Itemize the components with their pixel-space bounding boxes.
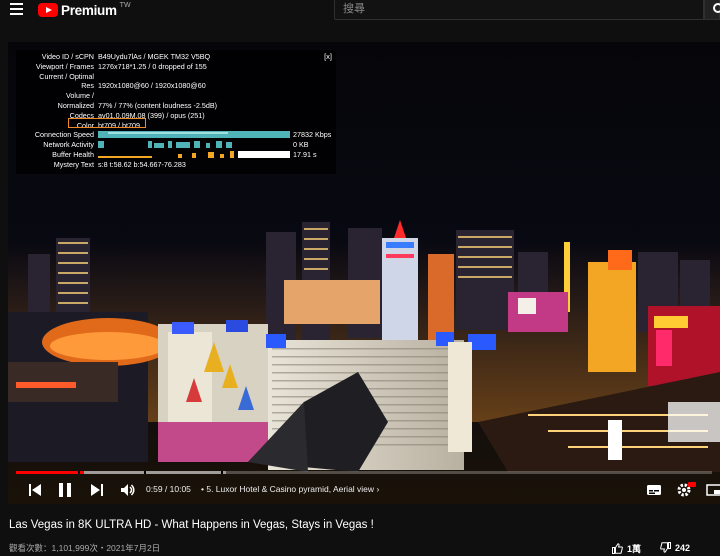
stats-value: s:8 t:58.62 b:54.667-76.283: [98, 159, 186, 169]
chevron-right-icon: ›: [376, 484, 380, 494]
connection-speed-graph: [98, 131, 290, 139]
stats-row: Viewport / Frames 1276x718*1.25 / 0 dropp…: [16, 62, 336, 72]
network-activity-graph: [98, 141, 232, 149]
volume-icon[interactable]: [120, 482, 136, 498]
stats-row: Res 1920x1080@60 / 1920x1080@60: [16, 81, 336, 91]
settings-gear-icon[interactable]: [676, 482, 696, 498]
search-button[interactable]: [704, 0, 720, 20]
stats-row-buffer-health: Buffer Health 17.91 s: [16, 150, 336, 160]
top-bar: Premium TW 搜尋: [0, 0, 720, 20]
stats-key: Buffer Health: [52, 149, 94, 159]
stats-key: Video ID / sCPN: [41, 52, 94, 61]
stats-key: Normalized: [57, 100, 94, 110]
stats-key: Color: [76, 120, 94, 130]
miniplayer-icon[interactable]: [706, 482, 720, 498]
subtitles-icon[interactable]: [646, 482, 662, 498]
thumbs-up-icon: [612, 543, 623, 554]
stats-key: Current / Optimal: [39, 71, 94, 81]
region-label: TW: [119, 2, 131, 9]
chapter-marker: [221, 471, 223, 474]
stats-key: Viewport / Frames: [35, 61, 94, 71]
stats-row: Color bt709 / bt709: [16, 121, 336, 131]
stats-row: Video ID / sCPN B49Uydu7lAs / MGEK TM32 V…: [16, 52, 336, 62]
stats-row: Normalized 77% / 77% (content loudness -2…: [16, 101, 336, 111]
stats-value: bt709 / bt709: [98, 120, 140, 130]
next-icon[interactable]: [90, 482, 104, 498]
time-separator: /: [162, 484, 170, 494]
stats-value: 0 KB: [293, 140, 309, 150]
stats-key: Codecs: [69, 110, 94, 120]
duration: 10:05: [169, 484, 191, 494]
like-button[interactable]: 1萬: [612, 542, 641, 555]
like-count: 1萬: [627, 544, 642, 554]
stats-value: 1276x718*1.25 / 0 dropped of 155: [98, 61, 207, 71]
stats-value: 27832 Kbps: [293, 130, 332, 140]
stats-key: Connection Speed: [34, 130, 94, 140]
search-input[interactable]: 搜尋: [334, 0, 704, 20]
buffer-health-graph: [98, 150, 290, 158]
thumbs-down-icon: [660, 542, 671, 553]
brand-label: Premium: [61, 2, 117, 18]
chapter-marker: [144, 471, 146, 474]
stats-row-connection-speed: Connection Speed 27832 Kbps: [16, 130, 336, 140]
video-title: Las Vegas in 8K ULTRA HD - What Happens …: [9, 519, 374, 531]
stats-row: Current / Optimal: [16, 72, 336, 82]
time-display: 0:59 / 10:05: [146, 484, 191, 494]
search-icon: [713, 3, 720, 13]
stats-row-network-activity: Network Activity 0 KB: [16, 140, 336, 150]
stats-value: av01.0.09M.08 (399) / opus (251): [98, 110, 205, 120]
progress-bar[interactable]: [16, 471, 712, 474]
dislike-button[interactable]: 242: [660, 542, 690, 553]
stats-key: Res: [81, 81, 94, 91]
video-player[interactable]: [x] Video ID / sCPN B49Uydu7lAs / MGEK TM…: [8, 42, 720, 504]
pause-icon[interactable]: [58, 482, 72, 498]
video-meta: 觀看次數：1,101,999次・2021年7月2日: [9, 543, 161, 553]
stats-value: 77% / 77% (content loudness -2.5dB): [98, 100, 218, 110]
previous-icon[interactable]: [28, 482, 42, 498]
chapter-title: • 5. Luxor Hotel & Casino pyramid, Aeria…: [201, 484, 375, 494]
stats-key: Network Activity: [43, 140, 94, 150]
stats-key: Mystery Text: [53, 159, 94, 169]
stats-value: B49Uydu7lAs / MGEK TM32 V5BQ: [98, 52, 211, 61]
stats-value: 17.91 s: [293, 149, 317, 159]
chapter-title-button[interactable]: • 5. Luxor Hotel & Casino pyramid, Aeria…: [201, 484, 379, 494]
played-bar: [16, 471, 85, 474]
stats-key: Volume /: [66, 91, 94, 101]
chapter-marker: [78, 471, 80, 474]
stats-value: 1920x1080@60 / 1920x1080@60: [98, 81, 206, 91]
stats-row: Codecs av01.0.09M.08 (399) / opus (251): [16, 111, 336, 121]
menu-icon[interactable]: [10, 3, 23, 15]
stats-row: Mystery Text s:8 t:58.62 b:54.667-76.283: [16, 160, 336, 170]
stats-for-nerds-panel: [x] Video ID / sCPN B49Uydu7lAs / MGEK TM…: [16, 50, 336, 174]
youtube-play-icon: [38, 3, 58, 17]
dislike-count: 242: [675, 542, 691, 553]
youtube-logo[interactable]: Premium TW: [38, 1, 131, 19]
stats-row: Volume /: [16, 91, 336, 101]
current-time: 0:59: [146, 484, 163, 494]
